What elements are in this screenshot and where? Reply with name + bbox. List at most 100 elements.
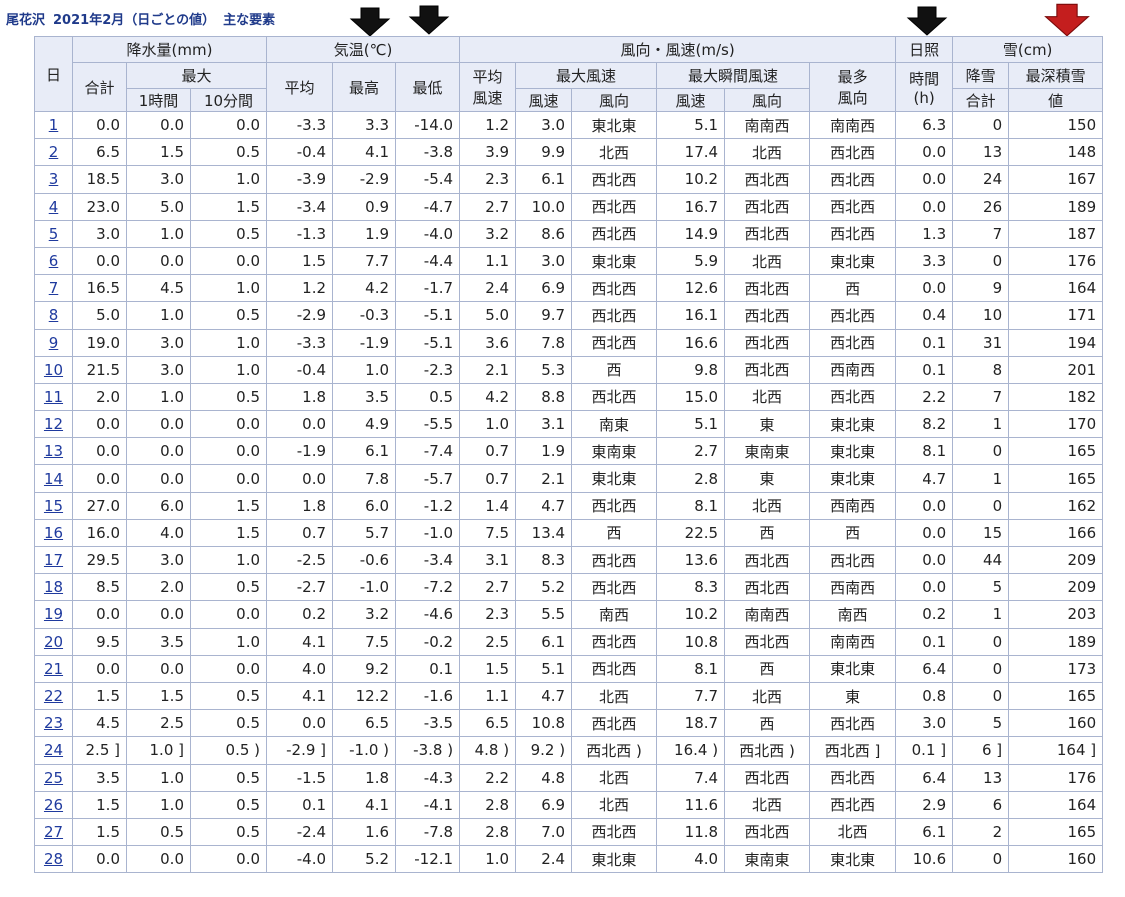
cell-temp-high: -1.0 (332, 573, 397, 602)
cell-gust-dir: 西北西 (724, 165, 811, 194)
cell-wind-mode: 南南西 (809, 627, 897, 656)
day-link[interactable]: 6 (49, 252, 59, 270)
day-link[interactable]: 28 (44, 850, 63, 868)
cell-snowfall: 31 (952, 328, 1010, 357)
cell-temp-high: -2.9 (332, 165, 397, 194)
day-link[interactable]: 23 (44, 714, 63, 732)
cell-wind-max-dir: 西 (571, 355, 658, 384)
day-link[interactable]: 13 (44, 442, 63, 460)
cell-wind-max-dir: 西北西 (571, 301, 658, 330)
cell-precip-total: 4.5 (72, 709, 127, 738)
cell-day: 4 (34, 192, 73, 221)
cell-snow-depth: 176 (1008, 246, 1104, 276)
table-row: 24 2.5 ] 1.0 ] 0.5 ) -2.9 ] -1.0 ) -3.8 ) 4.8 )… (34, 736, 1104, 765)
table-row: 23 4.5 2.5 0.5 0.0 6.5 -3.5 6.5 10.8 西北西 18.7 西西北西 3… (34, 709, 1104, 738)
cell-precip-10m: 1.5 (189, 491, 268, 520)
cell-sunshine: 0.0 (895, 274, 954, 303)
cell-sunshine: 3.3 (895, 246, 954, 276)
day-link[interactable]: 3 (49, 170, 59, 188)
day-link[interactable]: 2 (49, 143, 59, 161)
day-link[interactable]: 19 (44, 605, 63, 623)
cell-wind-avg: 5.0 (459, 301, 517, 330)
day-link[interactable]: 27 (44, 823, 63, 841)
day-link[interactable]: 7 (49, 279, 59, 297)
day-link[interactable]: 21 (44, 660, 63, 678)
cell-day: 17 (34, 545, 73, 575)
cell-precip-1h: 2.5 (126, 709, 191, 738)
cell-day: 9 (34, 328, 73, 357)
day-link[interactable]: 20 (44, 633, 63, 651)
cell-gust-dir: 北西 (724, 681, 811, 711)
cell-temp-avg: 0.0 (266, 464, 334, 493)
cell-temp-avg: -2.7 (266, 573, 334, 602)
cell-sunshine: 8.2 (895, 410, 954, 439)
day-link[interactable]: 15 (44, 497, 63, 515)
cell-day: 1 (34, 110, 73, 140)
cell-sunshine: 4.7 (895, 464, 954, 493)
day-link[interactable]: 8 (49, 306, 59, 324)
cell-temp-avg: -1.5 (266, 763, 334, 792)
cell-snow-depth: 165 (1008, 464, 1104, 493)
day-link[interactable]: 25 (44, 769, 63, 787)
header-temp-avg: 平均 (266, 62, 334, 112)
day-link[interactable]: 14 (44, 470, 63, 488)
header-wind-gust: 最大瞬間風速 (656, 62, 811, 89)
cell-temp-avg: -2.5 (266, 545, 334, 575)
cell-gust-speed: 11.8 (656, 817, 726, 847)
cell-gust-speed: 5.1 (656, 410, 726, 439)
day-link[interactable]: 26 (44, 796, 63, 814)
cell-sunshine: 3.0 (895, 709, 954, 738)
cell-wind-mode: 東北東 (809, 410, 897, 439)
cell-precip-1h: 2.0 (126, 573, 191, 602)
day-link[interactable]: 12 (44, 415, 63, 433)
table-row: 14 0.0 0.0 0.0 0.0 7.8 -5.7 0.7 2.1 東北東 2.8 東東北東 4.7… (34, 464, 1104, 493)
table-row: 1 0.0 0.0 0.0 -3.3 3.3 -14.0 1.2 3.0 東北東 5.1 南南西 南南西… (34, 110, 1104, 140)
cell-precip-10m: 0.5 (189, 817, 268, 847)
day-link[interactable]: 1 (49, 116, 59, 134)
day-link[interactable]: 24 (44, 741, 63, 759)
header-gust-speed: 風速 (656, 88, 726, 112)
cell-temp-high: 7.8 (332, 464, 397, 493)
day-link[interactable]: 4 (49, 198, 59, 216)
cell-sunshine: 10.6 (895, 845, 954, 874)
cell-precip-1h: 1.0 (126, 790, 191, 819)
day-link[interactable]: 5 (49, 225, 59, 243)
header-gust-dir: 風向 (724, 88, 811, 112)
day-link[interactable]: 16 (44, 524, 63, 542)
day-link[interactable]: 10 (44, 361, 63, 379)
sunshine-arrow (905, 5, 949, 37)
cell-precip-total: 0.0 (72, 437, 127, 466)
cell-wind-max-speed: 6.9 (515, 790, 573, 819)
table-row: 10 21.5 3.0 1.0 -0.4 1.0 -2.3 2.1 5.3 西 9.8 西北西 西南西 0… (34, 355, 1104, 384)
cell-wind-max-dir: 東北東 (571, 464, 658, 493)
header-precip-max: 最大 (125, 62, 268, 89)
day-link[interactable]: 18 (44, 578, 63, 596)
cell-day: 15 (34, 491, 73, 520)
cell-wind-max-speed: 5.5 (515, 600, 573, 629)
day-link[interactable]: 22 (44, 687, 63, 705)
cell-precip-total: 23.0 (72, 192, 127, 221)
cell-temp-low: -0.2 (395, 627, 461, 656)
cell-precip-10m: 0.0 (189, 654, 268, 683)
day-link[interactable]: 11 (44, 388, 63, 406)
cell-wind-max-dir: 北西 (571, 138, 658, 167)
cell-temp-low: -5.4 (395, 165, 461, 194)
cell-wind-avg: 2.2 (459, 763, 517, 792)
cell-snowfall: 13 (952, 763, 1010, 792)
cell-sunshine: 0.0 (895, 573, 954, 602)
day-link[interactable]: 9 (49, 334, 59, 352)
cell-precip-10m: 0.5 (189, 382, 268, 412)
cell-precip-1h: 0.0 (126, 600, 191, 629)
cell-gust-dir: 西北西 (724, 545, 811, 575)
cell-wind-avg: 1.0 (459, 845, 517, 874)
cell-wind-max-dir: 西 (571, 518, 658, 548)
cell-snow-depth: 182 (1008, 382, 1104, 412)
cell-temp-low: -12.1 (395, 845, 461, 874)
cell-day: 10 (34, 355, 73, 384)
cell-sunshine: 0.0 (895, 138, 954, 167)
table-row: 15 27.0 6.0 1.5 1.8 6.0 -1.2 1.4 4.7 西北西 8.1 北西 西南西 0… (34, 491, 1104, 520)
cell-wind-avg: 2.3 (459, 165, 517, 194)
day-link[interactable]: 17 (44, 551, 63, 569)
cell-gust-dir: 西 (724, 709, 811, 738)
cell-temp-low: -4.3 (395, 763, 461, 792)
